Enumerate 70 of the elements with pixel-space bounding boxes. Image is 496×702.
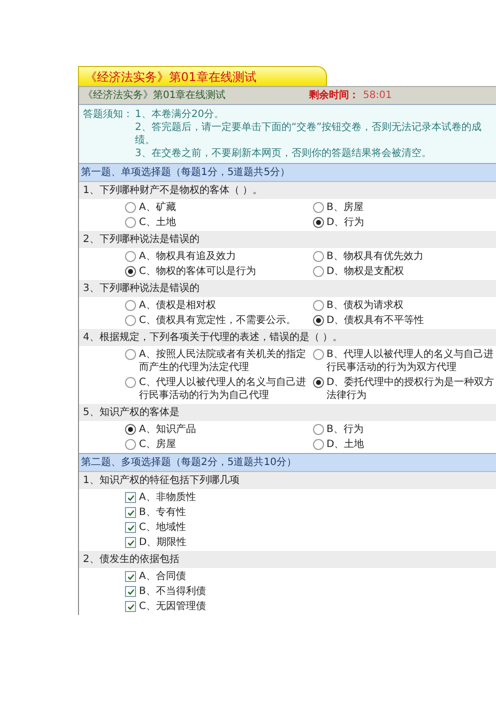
radio-button[interactable] [312,424,324,435]
checkbox[interactable] [125,601,136,612]
question-text: 2、下列哪种说法是错误的 [79,231,496,248]
radio-button[interactable] [125,202,136,213]
radio-button[interactable] [312,202,324,213]
question-text: 1、下列哪种财产不是物权的客体（ ）。 [79,182,496,199]
question-text: 2、债发生的依据包括 [79,551,496,568]
notice-text: 3、在交卷之前，不要刷新本网页，否则你的答题结果将会被清空。 [135,147,432,160]
option-label: D、行为 [326,216,366,229]
option-label: B、行为 [326,423,364,436]
option-label: D、委托代理中的授权行为是一种双方法律行为 [326,376,496,402]
option-label: C、代理人以被代理人的名义与自己进行民事活动的行为为自己代理 [139,376,307,402]
timer-value: 58:01 [363,89,392,102]
checkbox[interactable] [125,507,136,518]
notice-label: 答题须知： [83,108,134,121]
radio-button[interactable] [125,217,136,228]
question-text: 3、下列哪种说法是错误的 [79,280,496,297]
option-label: D、债权具有不平等性 [326,314,426,327]
notice-text: 1、本卷满分20分。 [135,108,226,121]
radio-button[interactable] [125,349,136,360]
option-label: B、物权具有优先效力 [326,250,424,263]
radio-button[interactable] [125,266,136,277]
radio-button[interactable] [312,251,324,262]
radio-button[interactable] [312,377,324,388]
checkbox[interactable] [125,522,136,533]
option-label: A、债权是相对权 [139,299,217,312]
option-label: B、专有性 [139,506,187,519]
option-label: C、房屋 [139,438,177,451]
option-label: A、合同债 [139,570,187,583]
checkbox[interactable] [125,537,136,548]
radio-button[interactable] [125,377,136,388]
checkbox[interactable] [125,586,136,597]
checkbox[interactable] [125,492,136,503]
option-label: A、物权具有追及效力 [139,250,237,263]
radio-button[interactable] [125,439,136,450]
exam-title: 《经济法实务》第01章在线测试 [83,89,227,102]
option-label: A、知识产品 [139,423,197,436]
notice-text: 2、答完题后，请一定要单击下面的“交卷”按钮交卷，否则无法记录本试卷的成绩。 [135,121,483,147]
question-text: 5、知识产权的客体是 [79,404,496,421]
checkbox[interactable] [125,571,136,582]
option-label: B、房屋 [326,201,364,214]
option-label: C、物权的客体可以是行为 [139,265,257,278]
radio-button[interactable] [125,300,136,311]
section-header: 第一题、单项选择题（每题1分，5道题共5分） [79,163,496,182]
question-text: 4、根据规定，下列各项关于代理的表述，错误的是（ ）。 [79,329,496,346]
timer-label: 剩余时间： [309,89,359,102]
question-text: 1、知识产权的特征包括下列哪几项 [79,472,496,489]
option-label: B、不当得利债 [139,585,207,598]
radio-button[interactable] [312,315,324,326]
radio-button[interactable] [125,315,136,326]
option-label: C、债权具有宽定性，不需要公示。 [139,314,297,327]
option-label: A、矿藏 [139,201,177,214]
option-label: D、期限性 [139,536,188,549]
section-header: 第二题、多项选择题（每题2分，5道题共10分） [79,453,496,472]
option-label: C、地域性 [139,521,187,534]
option-label: C、无因管理债 [139,600,207,613]
option-label: A、按照人民法院或者有关机关的指定而产生的代理为法定代理 [139,348,307,374]
radio-button[interactable] [312,217,324,228]
option-label: D、物权是支配权 [326,265,406,278]
radio-button[interactable] [312,349,324,360]
radio-button[interactable] [125,251,136,262]
option-label: A、非物质性 [139,491,197,504]
option-label: B、代理人以被代理人的名义与自己进行民事活动的行为为双方代理 [326,348,494,374]
radio-button[interactable] [125,424,136,435]
radio-button[interactable] [312,300,324,311]
radio-button[interactable] [312,439,324,450]
option-label: D、土地 [326,438,366,451]
option-label: B、债权为请求权 [326,299,404,312]
option-label: C、土地 [139,216,177,229]
radio-button[interactable] [312,266,324,277]
